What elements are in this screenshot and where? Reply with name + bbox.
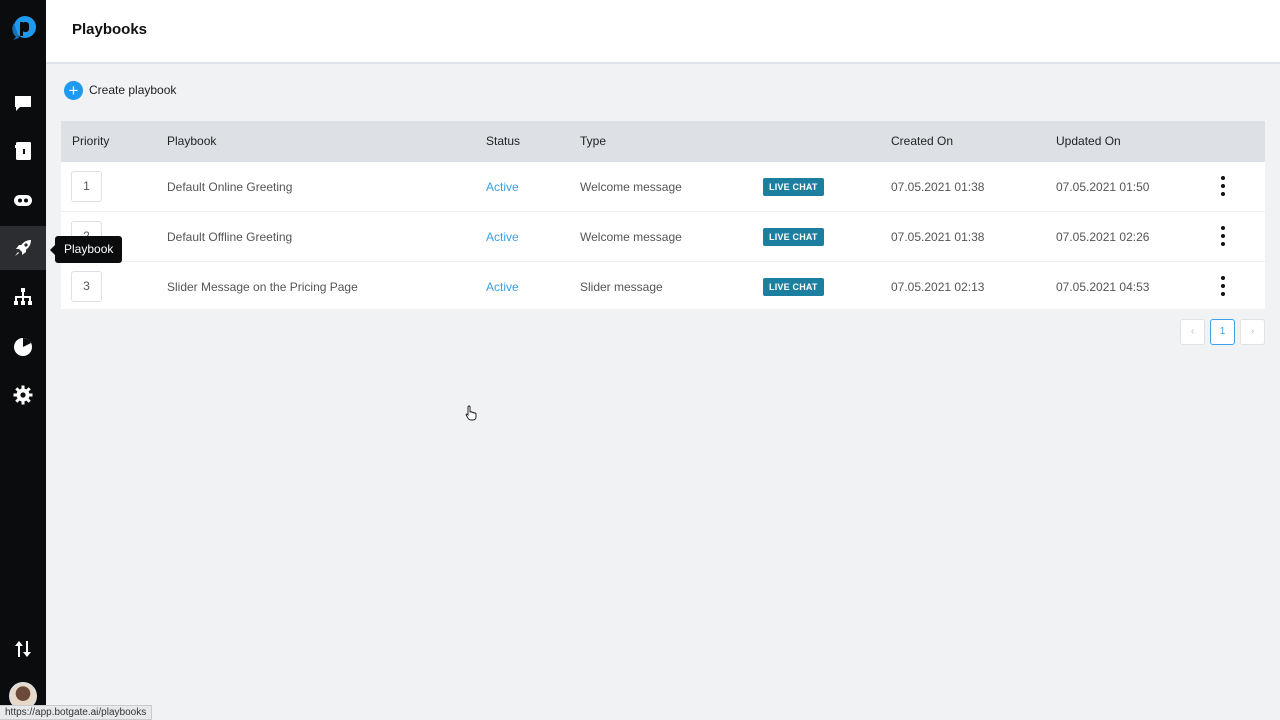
pagination-next-button[interactable]: › [1240,319,1265,345]
sidebar-item-chat[interactable] [0,81,46,125]
type-label: Welcome message [580,180,682,194]
sidebar [0,0,46,720]
status-label: Active [486,230,519,244]
plus-circle-icon: + [64,80,83,100]
channel-badge: LIVE CHAT [763,278,824,296]
channel-badge: LIVE CHAT [763,178,824,196]
pagination-page-1[interactable]: 1 [1210,319,1235,345]
playbook-name[interactable]: Slider Message on the Pricing Page [167,280,358,294]
type-label: Slider message [580,280,663,294]
gear-icon [13,385,33,405]
sidebar-item-contacts[interactable] [0,129,46,173]
browser-status-url: https://app.botgate.ai/playbooks [0,705,153,720]
header-type[interactable]: Type [580,134,606,148]
table-row[interactable]: 1 Default Online Greeting Active Welcome… [61,162,1265,212]
page-title: Playbooks [72,21,148,38]
header-created-on[interactable]: Created On [891,134,953,148]
channel-badge: LIVE CHAT [763,228,824,246]
more-vertical-icon[interactable] [1213,274,1233,298]
more-vertical-icon[interactable] [1213,174,1233,198]
hand-cursor-icon [465,405,477,421]
reports-icon [14,338,32,356]
page-header: Playbooks [46,0,1280,64]
header-updated-on[interactable]: Updated On [1056,134,1121,148]
playbook-name[interactable]: Default Offline Greeting [167,230,292,244]
updated-on: 07.05.2021 02:26 [1056,230,1150,244]
table-header: Priority Playbook Status Type Created On… [61,121,1265,162]
create-playbook-button[interactable]: + Create playbook [64,80,176,100]
rocket-icon [15,240,31,256]
status-label: Active [486,180,519,194]
priority-input[interactable]: 3 [71,271,102,302]
updated-on: 07.05.2021 04:53 [1056,280,1150,294]
playbook-name[interactable]: Default Online Greeting [167,180,292,194]
created-on: 07.05.2021 01:38 [891,180,985,194]
table-row[interactable]: 3 Slider Message on the Pricing Page Act… [61,262,1265,309]
priority-input[interactable]: 1 [71,171,102,202]
flow-icon [14,288,32,305]
header-status[interactable]: Status [486,134,520,148]
pagination-prev-button[interactable]: ‹ [1180,319,1205,345]
sidebar-item-flows[interactable] [0,275,46,319]
playbooks-table: Priority Playbook Status Type Created On… [61,121,1265,309]
created-on: 07.05.2021 02:13 [891,280,985,294]
sidebar-item-reports[interactable] [0,324,46,368]
status-label: Active [486,280,519,294]
sort-arrows-icon [15,641,31,657]
type-label: Welcome message [580,230,682,244]
header-priority[interactable]: Priority [72,134,109,148]
sidebar-item-settings[interactable] [0,373,46,417]
sidebar-item-switch[interactable] [0,627,46,671]
contacts-icon [15,142,31,160]
create-playbook-label: Create playbook [89,83,177,97]
table-row[interactable]: 2 Default Offline Greeting Active Welcom… [61,212,1265,262]
bot-icon [14,195,32,206]
sidebar-tooltip: Playbook [49,236,123,263]
sidebar-item-bot[interactable] [0,178,46,222]
sidebar-item-playbook[interactable] [0,226,46,270]
main-content: + Create playbook Priority Playbook Stat… [46,66,1280,720]
created-on: 07.05.2021 01:38 [891,230,985,244]
botgate-logo-icon[interactable] [9,14,37,42]
more-vertical-icon[interactable] [1213,224,1233,248]
chat-icon [15,96,31,111]
updated-on: 07.05.2021 01:50 [1056,180,1150,194]
header-playbook[interactable]: Playbook [167,134,216,148]
